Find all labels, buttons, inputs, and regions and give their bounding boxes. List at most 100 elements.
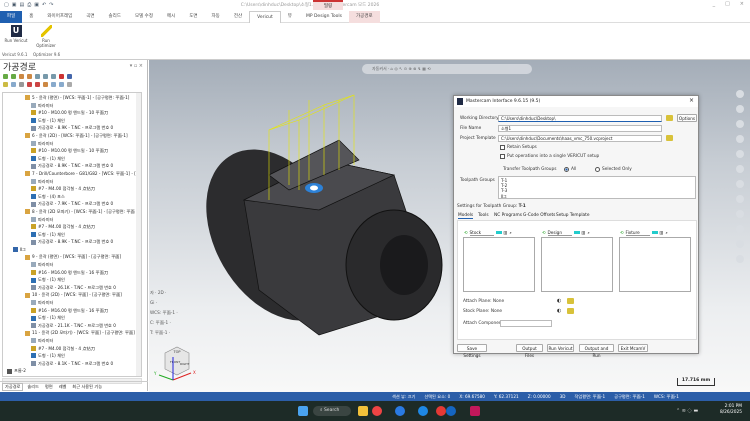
tab-setup-template[interactable]: Setup Template <box>556 213 589 218</box>
mail-icon[interactable] <box>395 406 405 416</box>
move-up-icon[interactable] <box>35 81 40 87</box>
radio-selected-only[interactable] <box>595 167 600 172</box>
dialog-close-button[interactable]: × <box>689 97 694 104</box>
browse-template-icon[interactable] <box>666 135 673 141</box>
show-all-icon[interactable] <box>59 81 64 87</box>
tab-drawing[interactable]: 도면 <box>182 11 204 23</box>
tree-node[interactable]: #16 - M16.00 평 엔드밀 - 16 平面刀 <box>3 269 141 277</box>
tab-toolpaths[interactable]: 가공경로 <box>349 10 380 23</box>
app2-icon[interactable] <box>446 406 456 416</box>
taskbar-clock[interactable]: 2:01 PM 8/26/2025 <box>720 404 742 416</box>
tab-solids-panel[interactable]: 솔리드 <box>25 384 41 390</box>
add-model-icon[interactable] <box>495 231 502 234</box>
project-template-select[interactable]: C:\Users\dinhduc\Documents\haas_vmc_750.… <box>498 135 662 142</box>
tree-node[interactable]: 6 - 윤곽 (2D) - [WCS: 平面-1] - [공구평면: 平面-1] <box>3 132 141 140</box>
overlay-wcs[interactable]: WCS: 平面-1 · <box>150 308 178 318</box>
db-icon[interactable]: ▥ <box>582 230 586 235</box>
tab-auto[interactable]: 자동 <box>205 11 227 23</box>
show-selected-icon[interactable] <box>51 81 56 87</box>
cube-right[interactable]: RIGHT <box>180 362 190 366</box>
tab-recent-functions-panel[interactable]: 최근 사용된 기능 <box>70 384 104 390</box>
tree-node[interactable]: 가공경로 - 21.1K - T.NC - 프로그램 번호 0 <box>3 322 141 330</box>
save-settings-button[interactable]: Save Settings <box>457 344 487 358</box>
chrome-icon[interactable] <box>372 406 382 416</box>
tab-models[interactable]: Models <box>458 213 474 219</box>
edit-plane-icon[interactable] <box>567 298 574 304</box>
tab-model-edit[interactable]: 모델 수정 <box>128 11 160 23</box>
options-icon[interactable] <box>67 81 72 87</box>
close-button[interactable]: × <box>740 1 744 7</box>
lock-icon[interactable] <box>3 81 8 87</box>
select-all-icon[interactable] <box>3 73 8 79</box>
tree-node[interactable]: 파라미터 <box>3 216 141 224</box>
tree-node[interactable]: 11 - 윤곽 (2D 모따기) - [WCS: 平面] - [공구평면: 平面… <box>3 329 141 337</box>
tab-view[interactable]: 뷰 <box>281 11 299 23</box>
cplane-status[interactable]: 작업평면: 平面-1 <box>575 394 606 400</box>
refresh-icon[interactable]: ⟲ <box>464 230 468 235</box>
start-icon[interactable] <box>298 406 308 416</box>
view-cube[interactable]: TOP FRONT RIGHT X Y <box>151 343 201 388</box>
tree-node[interactable]: #7 - M4.00 점각칠 - 4 点钻刀 <box>3 345 141 353</box>
wcs-status[interactable]: WCS: 平面-1 <box>654 394 679 400</box>
tree-node[interactable]: #10 - M10.00 평 엔드밀 - 10 平面刀 <box>3 147 141 155</box>
db-icon[interactable]: ▥ <box>660 230 664 235</box>
overlay-cplane[interactable]: C: 平面-1 · <box>150 318 178 328</box>
backplot-icon[interactable] <box>35 73 40 79</box>
add-model-icon[interactable] <box>651 231 658 234</box>
tree-node[interactable]: 파라미터 <box>3 299 141 307</box>
tree-node[interactable]: 가공경로 - 8.9K - T.NC - 프로그램 번호 0 <box>3 238 141 246</box>
tree-vertical-scrollbar[interactable] <box>136 93 141 376</box>
output-files-button[interactable]: Output Files <box>516 344 543 358</box>
select-stock-plane-icon[interactable]: ◐ <box>557 308 561 314</box>
save-as-icon[interactable]: ▣ <box>34 2 39 8</box>
tree-node[interactable]: 도형 - (1) 체인 <box>3 155 141 163</box>
tree-node[interactable]: #7 - M4.00 점각칠 - 4 点钻刀 <box>3 185 141 193</box>
tab-file[interactable]: 파일 <box>0 10 23 23</box>
tab-surface[interactable]: 곡면 <box>79 11 101 23</box>
select-icon[interactable]: ⌕ <box>509 230 511 235</box>
tab-planes-panel[interactable]: 평면 <box>43 384 55 390</box>
overlay-line[interactable]: 자 · 2D · <box>150 288 178 298</box>
options-button[interactable]: Options <box>677 114 697 122</box>
section-view-status[interactable]: 섹션 뷰: 끄기 <box>392 394 415 400</box>
toolpath-groups-list[interactable]: T-1 T-2 T-3 Ⅱ그 <box>498 176 696 199</box>
tree-node[interactable]: 프롬-2 <box>3 367 141 375</box>
edge-icon[interactable] <box>418 406 428 416</box>
regen-icon[interactable] <box>19 73 24 79</box>
group-item[interactable]: Ⅱ그 <box>501 194 695 198</box>
run-optimizer-button[interactable]: Run Optimizer <box>32 25 60 48</box>
edit-stock-plane-icon[interactable] <box>567 308 574 314</box>
redo-icon[interactable]: ↷ <box>49 2 53 8</box>
single-setup-checkbox[interactable] <box>500 154 505 159</box>
attach-component-select[interactable] <box>500 320 552 327</box>
tab-nc-programs[interactable]: NC Programs <box>494 213 522 218</box>
tree-node[interactable]: 가공경로 - 8.9K - T.NC - 프로그램 번호 0 <box>3 162 141 170</box>
radio-all[interactable] <box>564 167 569 172</box>
tree-node[interactable]: 가공경로 - 26.1K - T.NC - 프로그램 번호 0 <box>3 284 141 292</box>
tree-node[interactable]: 파라미터 <box>3 140 141 148</box>
toolpath-tree[interactable]: 5 - 윤곽 (평면) - [WCS: 平面-1] - [공구평면: 平面-1]… <box>2 92 142 377</box>
toggle-post-icon[interactable] <box>19 81 24 87</box>
output-and-run-button[interactable]: Output and Run <box>579 344 614 358</box>
tree-node[interactable]: #16 - M16.00 평 엔드밀 - 16 平面刀 <box>3 307 141 315</box>
tree-node[interactable]: 7 - Drill/Counterbore - G81/G82 - [WCS: … <box>3 170 141 178</box>
tab-mesh[interactable]: 메시 <box>160 11 182 23</box>
design-list[interactable] <box>541 237 613 292</box>
select-plane-icon[interactable]: ◐ <box>557 298 561 304</box>
tree-node[interactable]: 가공경로 - 8.9K - T.NC - 프로그램 번호 0 <box>3 124 141 132</box>
move-down-icon[interactable] <box>27 81 32 87</box>
minimize-button[interactable]: _ <box>713 1 716 7</box>
exit-mcamv-button[interactable]: Exit McamV <box>618 344 648 352</box>
tree-node[interactable]: 도형 - (1) 체인 <box>3 276 141 284</box>
view-mode[interactable]: 3D <box>560 394 566 399</box>
tree-node[interactable]: 9 - 윤곽 (평면) - [WCS: 平面] - [공구평면: 平面] <box>3 253 141 261</box>
file-name-field[interactable]: 소형1 <box>498 125 662 132</box>
verify-icon[interactable] <box>43 73 48 79</box>
working-directory-field[interactable]: C:\Users\dinhduc\Desktop\ <box>498 115 662 122</box>
db-icon[interactable]: ▥ <box>504 230 508 235</box>
tree-node[interactable]: 도형 - (4) 포스 <box>3 193 141 201</box>
retain-setups-checkbox[interactable] <box>500 145 505 150</box>
insert-arrow-icon[interactable] <box>43 81 48 87</box>
tab-wireframe[interactable]: 와이어프레임 <box>40 11 79 23</box>
file-explorer-icon[interactable] <box>358 406 368 416</box>
